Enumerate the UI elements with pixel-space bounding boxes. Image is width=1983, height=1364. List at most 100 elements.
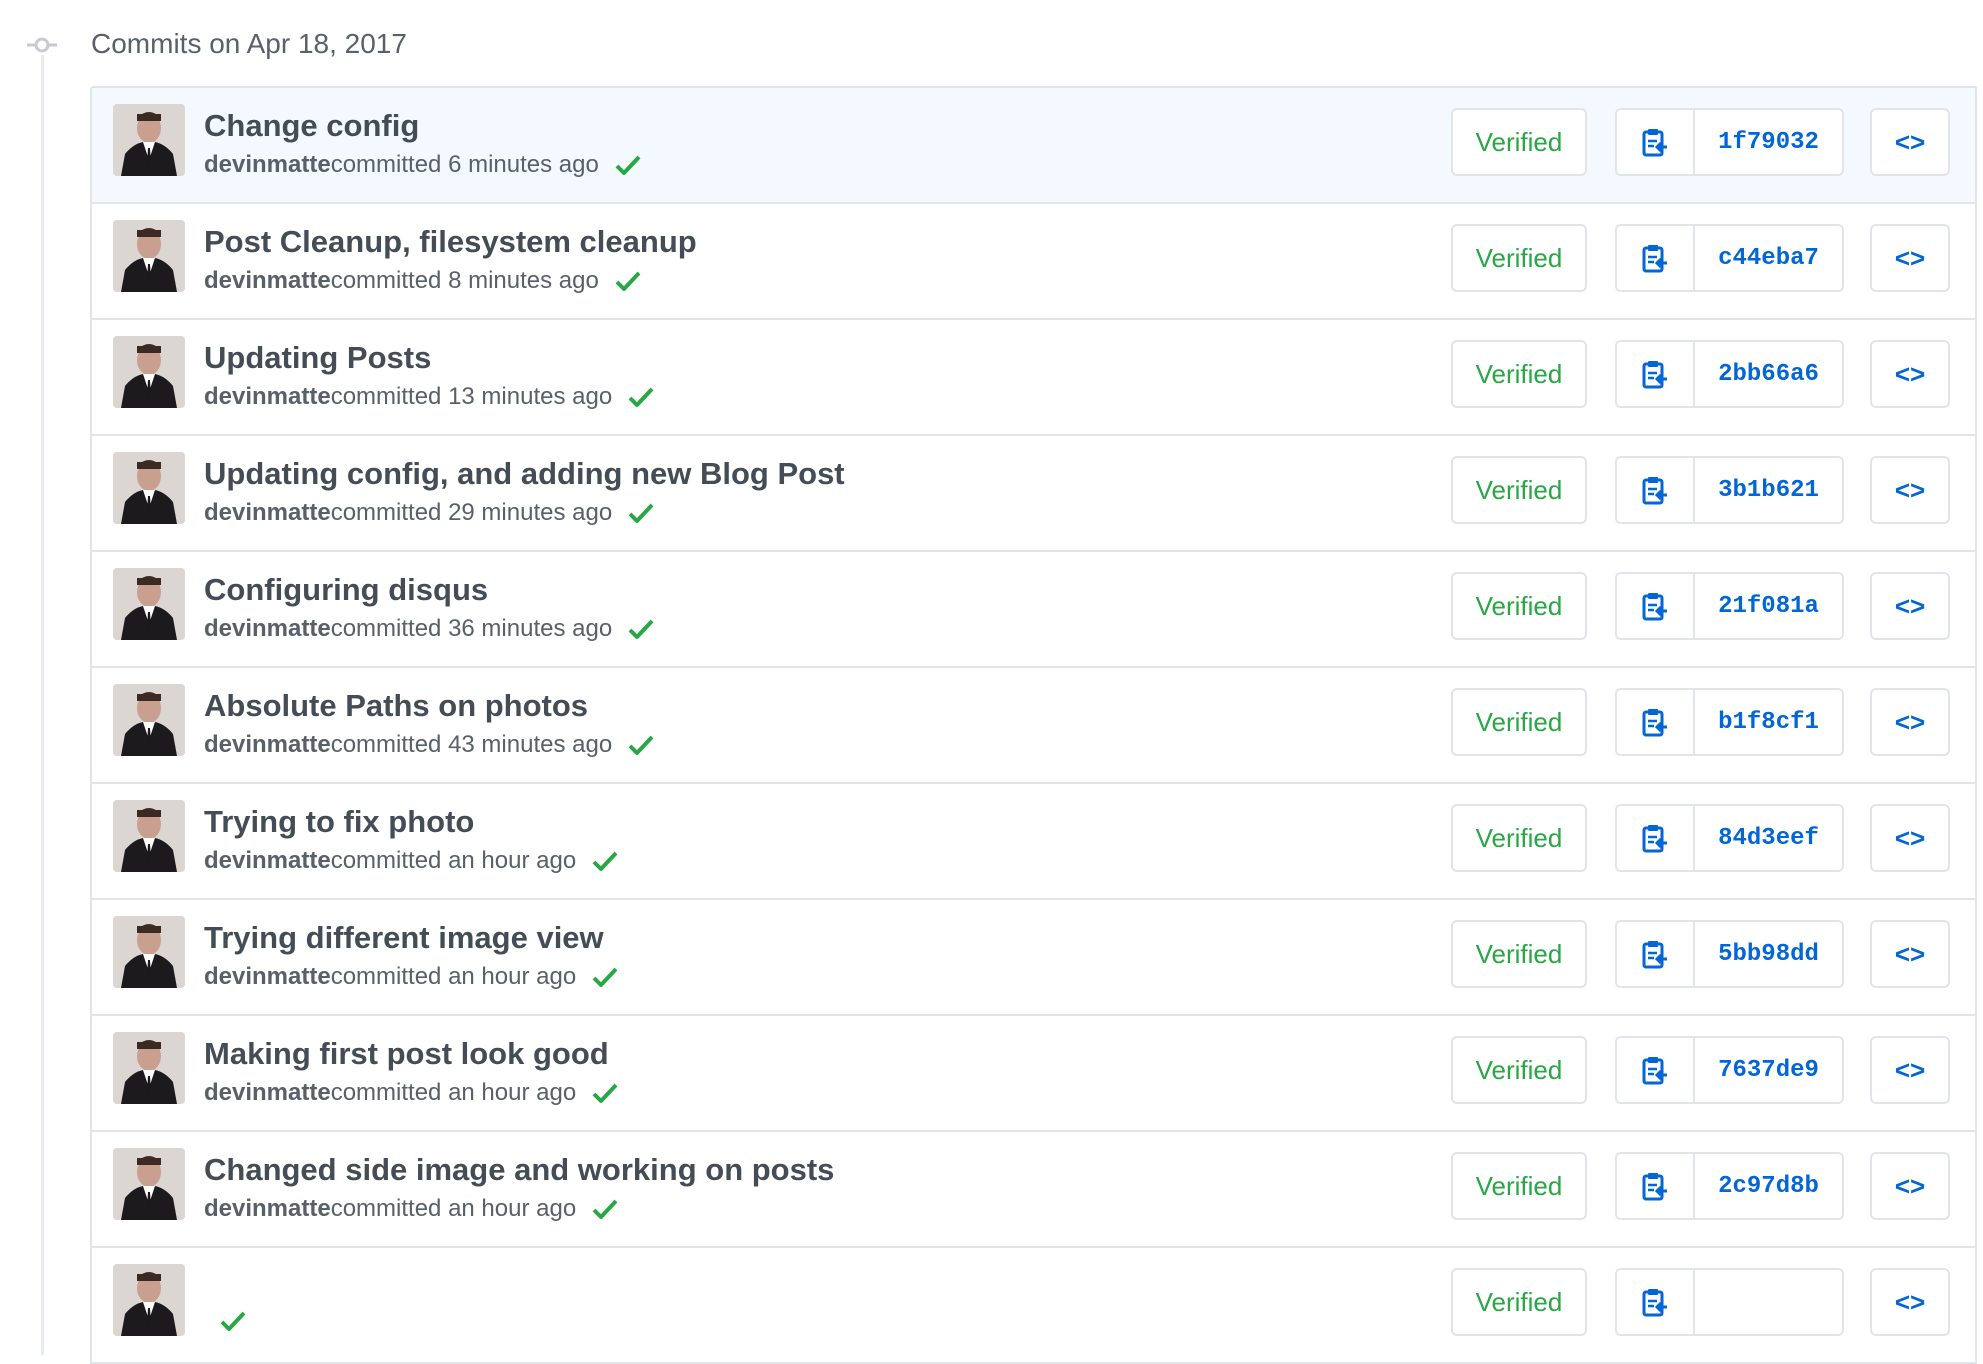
commit-author[interactable]: devinmatte (204, 150, 331, 180)
verified-badge[interactable]: Verified (1451, 108, 1587, 176)
check-icon[interactable] (628, 502, 654, 524)
commit-author[interactable]: devinmatte (204, 498, 331, 528)
copy-sha-button[interactable] (1617, 226, 1695, 290)
copy-sha-button[interactable] (1617, 690, 1695, 754)
copy-sha-button[interactable] (1617, 1154, 1695, 1218)
copy-sha-button[interactable] (1617, 342, 1695, 406)
commit-sha-link[interactable]: c44eba7 (1695, 226, 1842, 290)
check-icon[interactable] (592, 850, 618, 872)
avatar[interactable] (113, 336, 185, 408)
commit-sha-link[interactable]: 2c97d8b (1695, 1154, 1842, 1218)
browse-repo-button[interactable]: <> (1870, 340, 1950, 408)
commit-message[interactable]: Trying to fix photo (204, 803, 474, 841)
commit-list: Change config devinmatte committed 6 min… (90, 86, 1977, 1364)
commit-time: committed 43 minutes ago (330, 731, 613, 758)
commit-author[interactable]: devinmatte (204, 1194, 331, 1224)
commit-message[interactable]: Changed side image and working on posts (204, 1151, 834, 1189)
commit-sha-link[interactable]: 5bb98dd (1695, 922, 1842, 986)
avatar[interactable] (113, 452, 185, 524)
copy-sha-button[interactable] (1617, 458, 1695, 522)
browse-repo-button[interactable]: <> (1870, 456, 1950, 524)
commit-meta: devinmatte committed an hour ago (204, 1194, 618, 1224)
avatar[interactable] (113, 1032, 185, 1104)
avatar[interactable] (113, 220, 185, 292)
commit-sha-link[interactable] (1695, 1270, 1842, 1334)
avatar[interactable] (113, 1148, 185, 1220)
check-icon[interactable] (592, 1198, 618, 1220)
check-icon[interactable] (628, 618, 654, 640)
commit-row: Configuring disqus devinmatte committed … (92, 552, 1975, 668)
verified-badge[interactable]: Verified (1451, 1036, 1587, 1104)
copy-sha-button[interactable] (1617, 922, 1695, 986)
clippy-icon (1642, 477, 1667, 505)
check-icon[interactable] (615, 270, 641, 292)
check-icon[interactable] (592, 966, 618, 988)
clippy-icon (1642, 941, 1667, 969)
check-icon[interactable] (592, 1082, 618, 1104)
commit-message[interactable]: Updating config, and adding new Blog Pos… (204, 455, 845, 493)
commit-sha-link[interactable]: 2bb66a6 (1695, 342, 1842, 406)
avatar[interactable] (113, 104, 185, 176)
commit-message[interactable]: Configuring disqus (204, 571, 488, 609)
commit-message[interactable]: Change config (204, 107, 419, 145)
browse-repo-button[interactable]: <> (1870, 1152, 1950, 1220)
commit-author[interactable]: devinmatte (204, 730, 331, 760)
browse-repo-button[interactable]: <> (1870, 224, 1950, 292)
avatar[interactable] (113, 568, 185, 640)
check-icon[interactable] (615, 154, 641, 176)
commit-message[interactable]: Making first post look good (204, 1035, 609, 1073)
commit-row: Making first post look good devinmatte c… (92, 1016, 1975, 1132)
verified-badge[interactable]: Verified (1451, 224, 1587, 292)
clippy-icon (1642, 245, 1667, 273)
avatar[interactable] (113, 1264, 185, 1336)
verified-badge[interactable]: Verified (1451, 456, 1587, 524)
commit-sha-link[interactable]: 84d3eef (1695, 806, 1842, 870)
verified-badge[interactable]: Verified (1451, 920, 1587, 988)
commit-author[interactable]: devinmatte (204, 614, 331, 644)
commit-sha-link[interactable]: 7637de9 (1695, 1038, 1842, 1102)
commit-sha-link[interactable]: 21f081a (1695, 574, 1842, 638)
commit-author[interactable]: devinmatte (204, 382, 331, 412)
commit-author[interactable]: devinmatte (204, 1078, 331, 1108)
clippy-icon (1642, 361, 1667, 389)
commit-time: committed 8 minutes ago (330, 267, 599, 294)
commit-sha-link[interactable]: 3b1b621 (1695, 458, 1842, 522)
commit-author[interactable]: devinmatte (204, 846, 331, 876)
browse-repo-button[interactable]: <> (1870, 920, 1950, 988)
browse-repo-button[interactable]: <> (1870, 108, 1950, 176)
check-icon[interactable] (628, 386, 654, 408)
check-icon[interactable] (220, 1310, 246, 1332)
commit-message[interactable]: Updating Posts (204, 339, 431, 377)
commit-sha-link[interactable]: b1f8cf1 (1695, 690, 1842, 754)
commit-sha-link[interactable]: 1f79032 (1695, 110, 1842, 174)
commit-meta: devinmatte committed an hour ago (204, 1078, 618, 1108)
copy-sha-button[interactable] (1617, 806, 1695, 870)
copy-sha-button[interactable] (1617, 110, 1695, 174)
commit-row: Verified <> (92, 1248, 1975, 1364)
commit-message[interactable]: Post Cleanup, filesystem cleanup (204, 223, 697, 261)
verified-badge[interactable]: Verified (1451, 572, 1587, 640)
copy-sha-button[interactable] (1617, 574, 1695, 638)
commit-row: Post Cleanup, filesystem cleanup devinma… (92, 204, 1975, 320)
commit-author[interactable]: devinmatte (204, 266, 331, 296)
browse-repo-button[interactable]: <> (1870, 572, 1950, 640)
commit-message[interactable]: Absolute Paths on photos (204, 687, 588, 725)
copy-sha-button[interactable] (1617, 1038, 1695, 1102)
check-icon[interactable] (628, 734, 654, 756)
browse-repo-button[interactable]: <> (1870, 804, 1950, 872)
browse-repo-button[interactable]: <> (1870, 1268, 1950, 1336)
avatar[interactable] (113, 916, 185, 988)
browse-repo-button[interactable]: <> (1870, 1036, 1950, 1104)
commit-meta: devinmatte committed an hour ago (204, 846, 618, 876)
verified-badge[interactable]: Verified (1451, 1152, 1587, 1220)
commit-author[interactable]: devinmatte (204, 962, 331, 992)
commit-message[interactable]: Trying different image view (204, 919, 604, 957)
avatar[interactable] (113, 800, 185, 872)
avatar[interactable] (113, 684, 185, 756)
verified-badge[interactable]: Verified (1451, 1268, 1587, 1336)
browse-repo-button[interactable]: <> (1870, 688, 1950, 756)
verified-badge[interactable]: Verified (1451, 804, 1587, 872)
verified-badge[interactable]: Verified (1451, 340, 1587, 408)
verified-badge[interactable]: Verified (1451, 688, 1587, 756)
copy-sha-button[interactable] (1617, 1270, 1695, 1334)
